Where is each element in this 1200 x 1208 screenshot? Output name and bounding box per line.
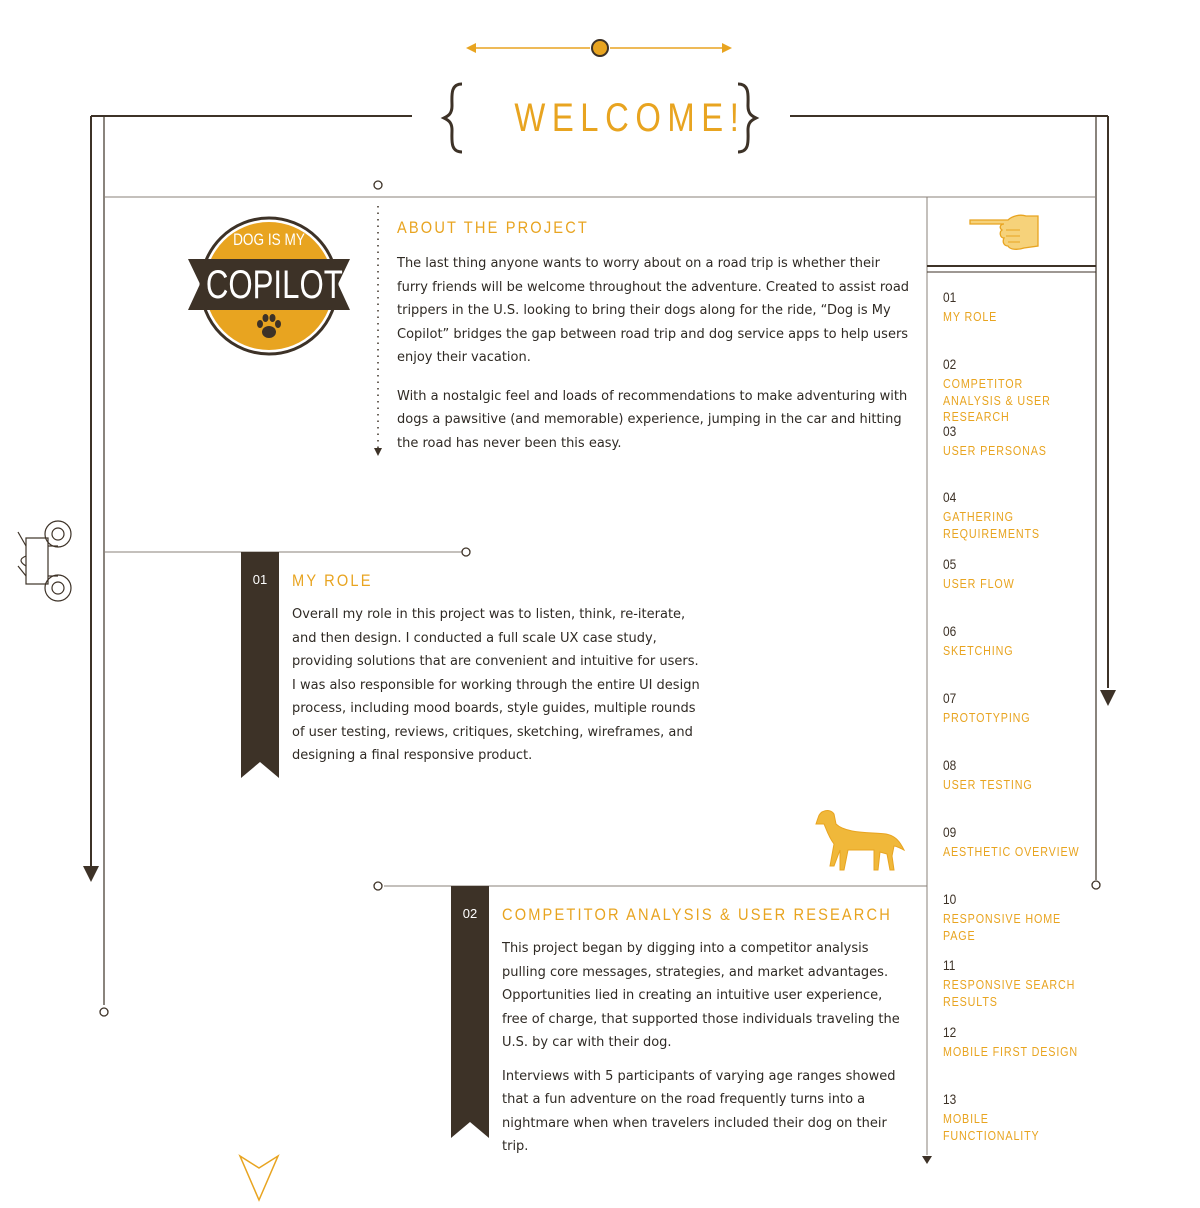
nav-item-label: RESPONSIVE SEARCH RESULTS xyxy=(943,978,1076,1009)
nav-item-label: USER PERSONAS xyxy=(943,444,1047,458)
nav-item-number: 02 xyxy=(943,356,957,372)
nav-item-label: MOBILE FUNCTIONALITY xyxy=(943,1112,1040,1143)
nav-item-number: 10 xyxy=(943,891,957,907)
page-title: WELCOME! xyxy=(514,96,746,140)
nav-item-number: 04 xyxy=(943,489,957,505)
nav-item-label: COMPETITOR ANALYSIS & USER RESEARCH xyxy=(943,377,1051,424)
about-body: The last thing anyone wants to worry abo… xyxy=(397,252,912,465)
nav-item-label: USER TESTING xyxy=(943,778,1033,792)
section-heading: MY ROLE xyxy=(292,571,373,590)
nav-item[interactable]: 02 COMPETITOR ANALYSIS & USER RESEARCH xyxy=(943,355,1093,426)
nav-item[interactable]: 04 GATHERING REQUIREMENTS xyxy=(943,488,1093,542)
nav-item-label: MY ROLE xyxy=(943,310,998,324)
nav-item-number: 13 xyxy=(943,1091,957,1107)
logo-main-text: COPILOT xyxy=(205,263,343,307)
nav-item-number: 01 xyxy=(943,289,957,305)
section-number: 02 xyxy=(462,906,478,921)
nav-item[interactable]: 12 MOBILE FIRST DESIGN xyxy=(943,1023,1093,1061)
about-paragraph-1: The last thing anyone wants to worry abo… xyxy=(397,256,910,365)
nav-item[interactable]: 07 PROTOTYPING xyxy=(943,689,1093,727)
nav-item-label: USER FLOW xyxy=(943,577,1015,591)
nav-item[interactable]: 06 SKETCHING xyxy=(943,622,1093,660)
nav-item-label: PROTOTYPING xyxy=(943,711,1031,725)
about-paragraph-2: With a nostalgic feel and loads of recom… xyxy=(397,388,908,451)
paw-icon xyxy=(254,312,284,342)
nav-item[interactable]: 13 MOBILE FUNCTIONALITY xyxy=(943,1090,1093,1144)
section-number: 01 xyxy=(252,572,268,587)
section-body: Overall my role in this project was to l… xyxy=(292,603,704,778)
nav-item-number: 11 xyxy=(943,957,956,973)
section-paragraph: Interviews with 5 participants of varyin… xyxy=(502,1068,896,1155)
nav-item-label: GATHERING REQUIREMENTS xyxy=(943,510,1040,541)
nav-item-number: 05 xyxy=(943,556,957,572)
nav-item-label: RESPONSIVE HOME PAGE xyxy=(943,912,1062,943)
nav-item-number: 09 xyxy=(943,824,957,840)
section-ribbon: 02 xyxy=(451,886,489,1138)
logo: DOG IS MY COPILOT xyxy=(188,214,350,358)
nav-item-label: SKETCHING xyxy=(943,644,1014,658)
nav-item-number: 06 xyxy=(943,623,957,639)
nav-item-number: 03 xyxy=(943,423,957,439)
section-body: This project began by digging into a com… xyxy=(502,937,907,1169)
nav-item-number: 08 xyxy=(943,757,957,773)
nav-item[interactable]: 05 USER FLOW xyxy=(943,555,1093,593)
nav-item[interactable]: 10 RESPONSIVE HOME PAGE xyxy=(943,890,1093,944)
nav-item[interactable]: 09 AESTHETIC OVERVIEW xyxy=(943,823,1093,861)
section-ribbon: 01 xyxy=(241,552,279,778)
section-paragraph: Overall my role in this project was to l… xyxy=(292,607,700,763)
nav-item[interactable]: 01 MY ROLE xyxy=(943,288,1093,326)
vintage-car-icon xyxy=(12,516,74,606)
nav-item[interactable]: 08 USER TESTING xyxy=(943,756,1093,794)
nav-item-label: AESTHETIC OVERVIEW xyxy=(943,845,1080,859)
logo-top-text: DOG IS MY xyxy=(233,230,305,249)
nav-item[interactable]: 11 RESPONSIVE SEARCH RESULTS xyxy=(943,956,1093,1010)
pointing-hand-icon xyxy=(968,206,1040,254)
down-chevron-icon[interactable] xyxy=(238,1154,280,1202)
nav-item-number: 07 xyxy=(943,690,957,706)
nav-item-number: 12 xyxy=(943,1024,957,1040)
section-heading: COMPETITOR ANALYSIS & USER RESEARCH xyxy=(502,905,892,924)
nav-item[interactable]: 03 USER PERSONAS xyxy=(943,422,1093,460)
section-paragraph: This project began by digging into a com… xyxy=(502,941,900,1050)
dog-icon xyxy=(812,806,908,874)
nav-item-label: MOBILE FIRST DESIGN xyxy=(943,1045,1079,1059)
about-heading: ABOUT THE PROJECT xyxy=(397,218,589,237)
